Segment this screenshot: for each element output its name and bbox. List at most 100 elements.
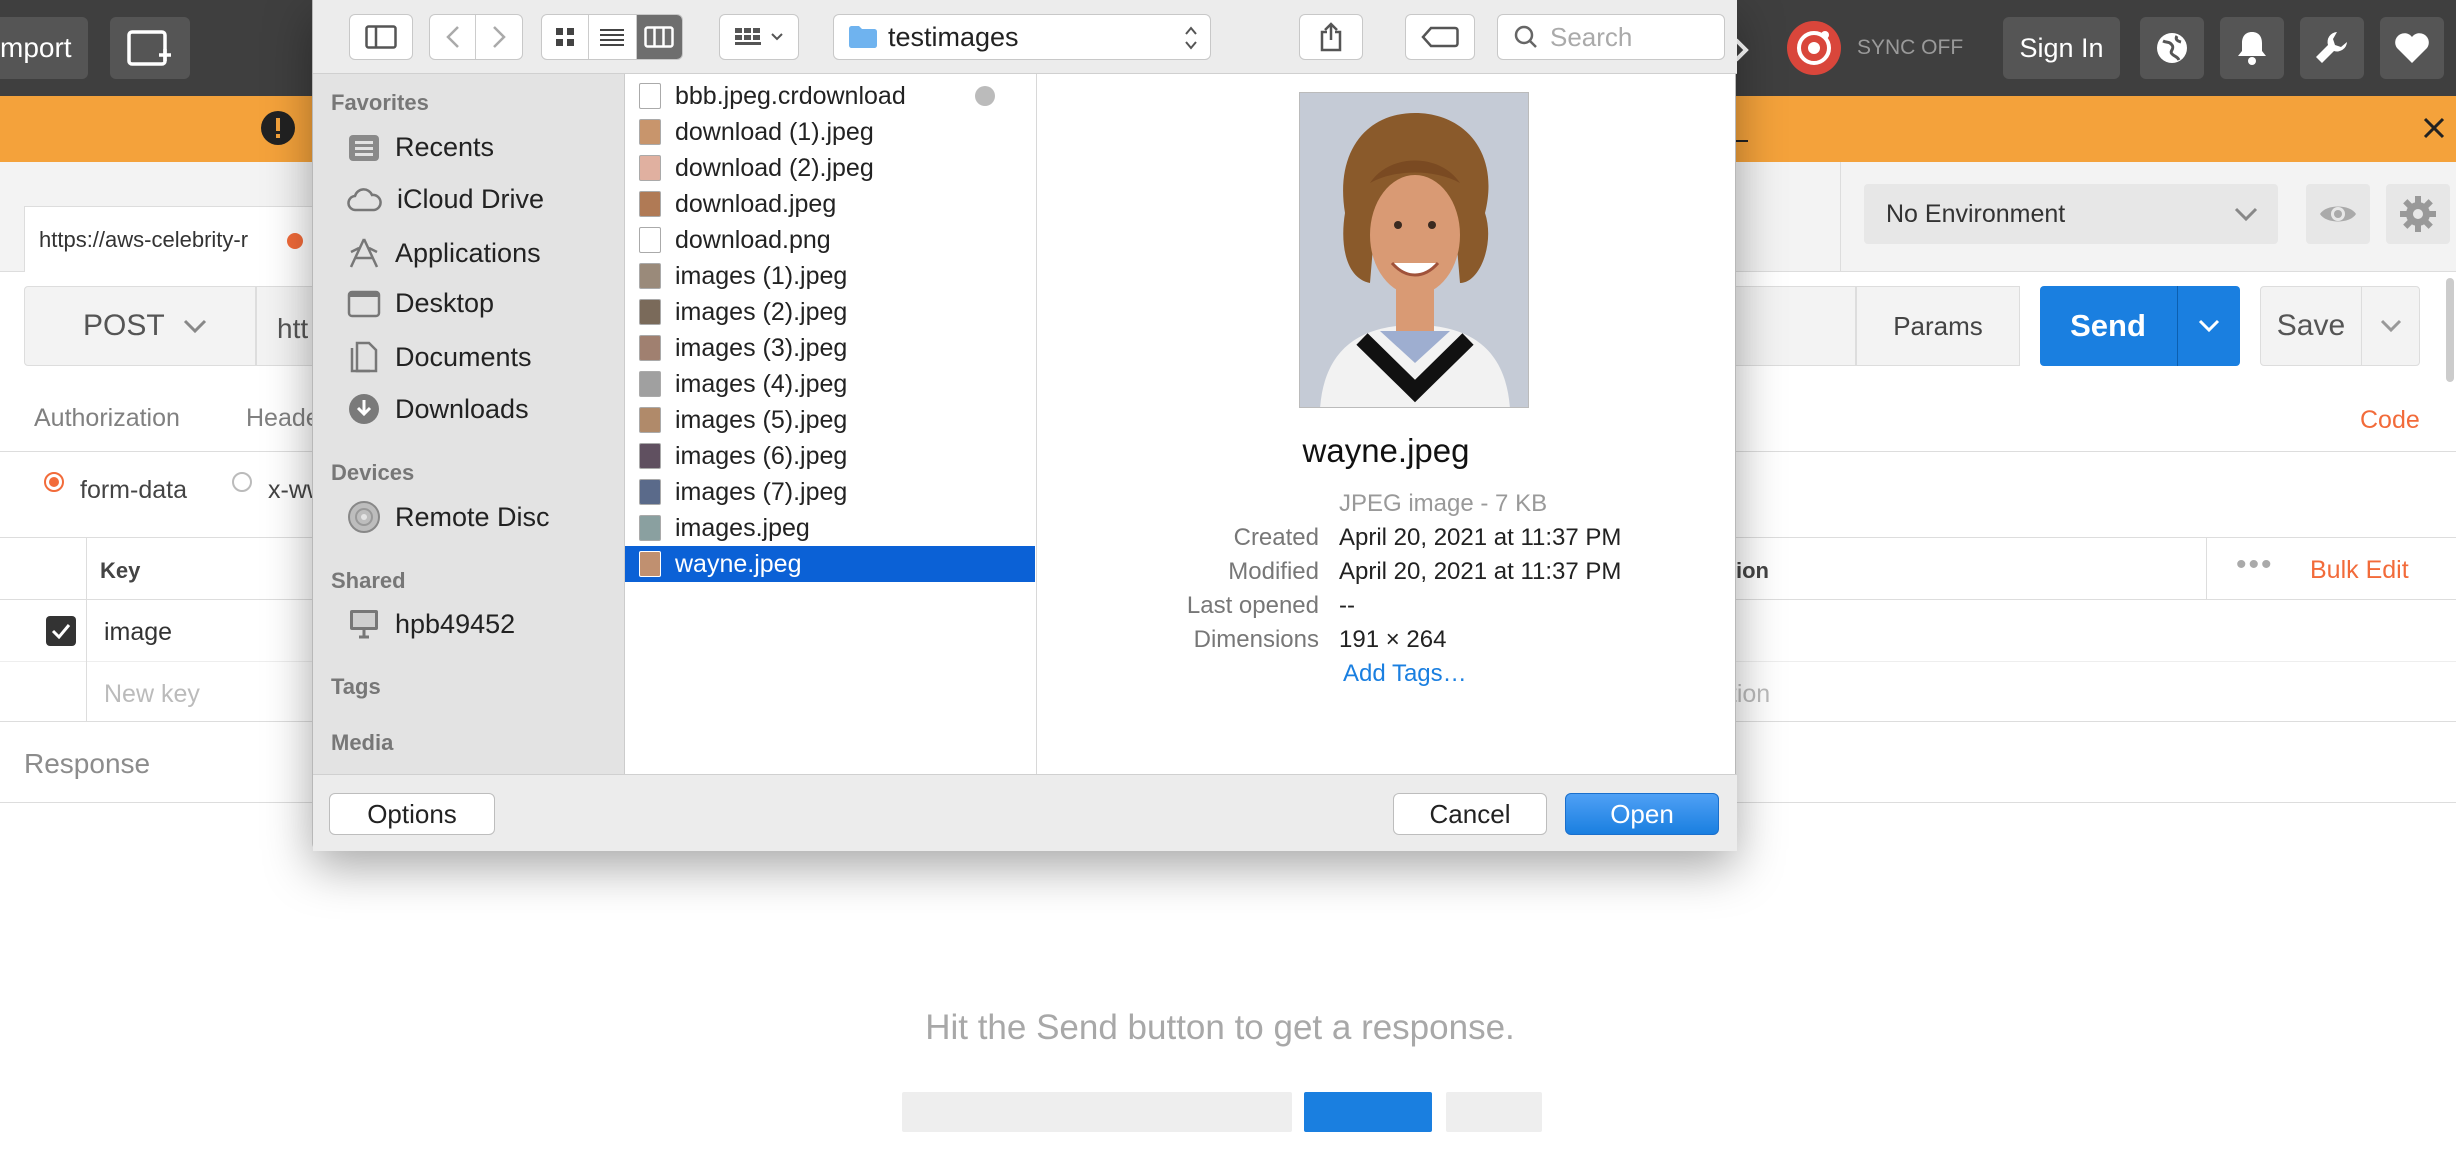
bulk-edit-link[interactable]: Bulk Edit — [2310, 556, 2409, 585]
sidebar-item-recents[interactable]: Recents — [347, 132, 494, 163]
sidebar-item-applications[interactable]: Applications — [347, 236, 541, 270]
image-thumbnail-icon — [639, 479, 661, 505]
send-button[interactable]: Send — [2040, 286, 2176, 366]
cloud-icon — [347, 187, 382, 211]
image-thumbnail-icon — [639, 443, 661, 469]
radio-form-data[interactable] — [44, 472, 64, 492]
wrench-icon — [2316, 32, 2347, 63]
sidebar-item-downloads[interactable]: Downloads — [347, 392, 529, 426]
more-icon[interactable]: ••• — [2236, 548, 2274, 582]
file-name: images (2).jpeg — [675, 297, 848, 326]
file-row[interactable]: download (1).jpeg — [625, 114, 1035, 150]
file-row[interactable]: bbb.jpeg.crdownload — [625, 78, 1035, 114]
unsaved-dot — [287, 233, 303, 249]
close-icon[interactable] — [2422, 116, 2446, 140]
created-value: April 20, 2021 at 11:37 PM — [1339, 524, 1622, 551]
banner-link-fragment[interactable] — [1736, 116, 1748, 142]
modified-label: Modified — [1228, 558, 1319, 585]
row-enabled-checkbox[interactable] — [46, 616, 76, 646]
save-button[interactable]: Save — [2261, 287, 2361, 365]
file-row[interactable]: download.jpeg — [625, 186, 1035, 222]
new-window-icon — [127, 30, 171, 66]
open-file-dialog: testimages Search Favorites Recents iClo… — [312, 0, 1737, 851]
heart-icon — [2395, 33, 2429, 63]
file-row[interactable]: download.png — [625, 222, 1035, 258]
options-button[interactable]: Options — [329, 793, 495, 835]
share-button[interactable] — [1299, 14, 1363, 60]
file-name: download.png — [675, 225, 831, 254]
computer-icon — [350, 610, 378, 639]
save-options-button[interactable] — [2361, 287, 2419, 365]
environment-quick-look-button[interactable] — [2306, 184, 2370, 244]
icon-view-button[interactable] — [542, 15, 590, 59]
sidebar-item-desktop[interactable]: Desktop — [347, 288, 494, 319]
save-button-group: Save — [2260, 286, 2420, 366]
notifications-button[interactable] — [2220, 17, 2284, 79]
method-select[interactable]: POST — [24, 286, 256, 366]
favorite-button[interactable] — [2380, 17, 2444, 79]
sidebar-item-icloud-drive[interactable]: iCloud Drive — [347, 184, 544, 215]
new-window-button[interactable] — [110, 17, 190, 79]
sidebar-item-label: Desktop — [395, 288, 495, 318]
settings-wrench-button[interactable] — [2300, 17, 2364, 79]
sidebar-item-label: Documents — [395, 341, 532, 372]
folder-path-popup[interactable]: testimages — [833, 14, 1211, 60]
open-button[interactable]: Open — [1565, 793, 1719, 835]
column-divider — [2206, 538, 2207, 600]
tab-headers[interactable]: Heade — [246, 404, 320, 433]
folder-name: testimages — [888, 21, 1019, 52]
tag-button[interactable] — [1405, 14, 1475, 60]
file-row[interactable]: images (7).jpeg — [625, 474, 1035, 510]
file-row[interactable]: images (4).jpeg — [625, 366, 1035, 402]
image-thumbnail-icon — [639, 371, 661, 397]
sidebar-icon — [365, 25, 397, 49]
file-list: bbb.jpeg.crdownload download (1).jpeg down… — [625, 74, 1037, 774]
download-progress-icon — [975, 86, 995, 106]
description-column-header: ion — [1736, 558, 1769, 583]
file-row[interactable]: images (2).jpeg — [625, 294, 1035, 330]
cancel-button[interactable]: Cancel — [1393, 793, 1547, 835]
file-row[interactable]: images.jpeg — [625, 510, 1035, 546]
image-thumbnail-icon — [639, 551, 661, 577]
radio-x-www-form-urlencoded[interactable] — [232, 472, 252, 492]
environment-select[interactable]: No Environment — [1864, 184, 2278, 244]
sidebar-item-documents[interactable]: Documents — [347, 340, 532, 374]
file-row[interactable]: images (5).jpeg — [625, 402, 1035, 438]
send-options-button[interactable] — [2177, 286, 2240, 366]
image-thumbnail-icon — [639, 515, 661, 541]
sidebar-item-remote-disc[interactable]: Remote Disc — [347, 500, 550, 534]
group-view-button[interactable] — [719, 14, 799, 60]
row-key[interactable]: image — [104, 618, 172, 647]
file-row[interactable]: download (2).jpeg — [625, 150, 1035, 186]
add-tags-link[interactable]: Add Tags… — [1343, 660, 1467, 688]
scrollbar[interactable] — [2446, 278, 2454, 382]
tab-authorization[interactable]: Authorization — [34, 404, 180, 433]
chevron-updown-icon — [1185, 26, 1197, 50]
file-row[interactable]: images (3).jpeg — [625, 330, 1035, 366]
file-row[interactable]: wayne.jpeg — [625, 546, 1035, 582]
shared-header: Shared — [331, 568, 406, 593]
new-key-input[interactable]: New key — [104, 680, 200, 709]
placeholder-bar — [1304, 1092, 1432, 1132]
import-button[interactable]: mport — [0, 17, 88, 79]
sidebar-toggle-button[interactable] — [349, 14, 413, 60]
manage-environments-button[interactable] — [2386, 184, 2450, 244]
params-button[interactable]: Params — [1856, 286, 2020, 366]
forward-button[interactable] — [476, 15, 522, 59]
column-view-button[interactable] — [636, 15, 682, 59]
disc-icon — [348, 501, 380, 533]
sign-in-button[interactable]: Sign In — [2003, 17, 2120, 79]
file-row[interactable]: images (1).jpeg — [625, 258, 1035, 294]
file-row[interactable]: images (6).jpeg — [625, 438, 1035, 474]
image-thumbnail-icon — [639, 227, 661, 253]
sidebar-item-shared-computer[interactable]: hpb49452 — [347, 608, 515, 640]
sync-status[interactable]: SYNC OFF — [1785, 18, 1963, 78]
list-view-button[interactable] — [589, 15, 637, 59]
sync-label: SYNC OFF — [1857, 36, 1964, 59]
search-field[interactable]: Search — [1497, 14, 1725, 60]
code-link[interactable]: Code — [2360, 406, 2420, 435]
preview-image — [1299, 92, 1529, 408]
globe-button[interactable] — [2140, 17, 2204, 79]
back-button[interactable] — [430, 15, 476, 59]
request-tab[interactable]: https://aws-celebrity-r — [24, 206, 324, 272]
